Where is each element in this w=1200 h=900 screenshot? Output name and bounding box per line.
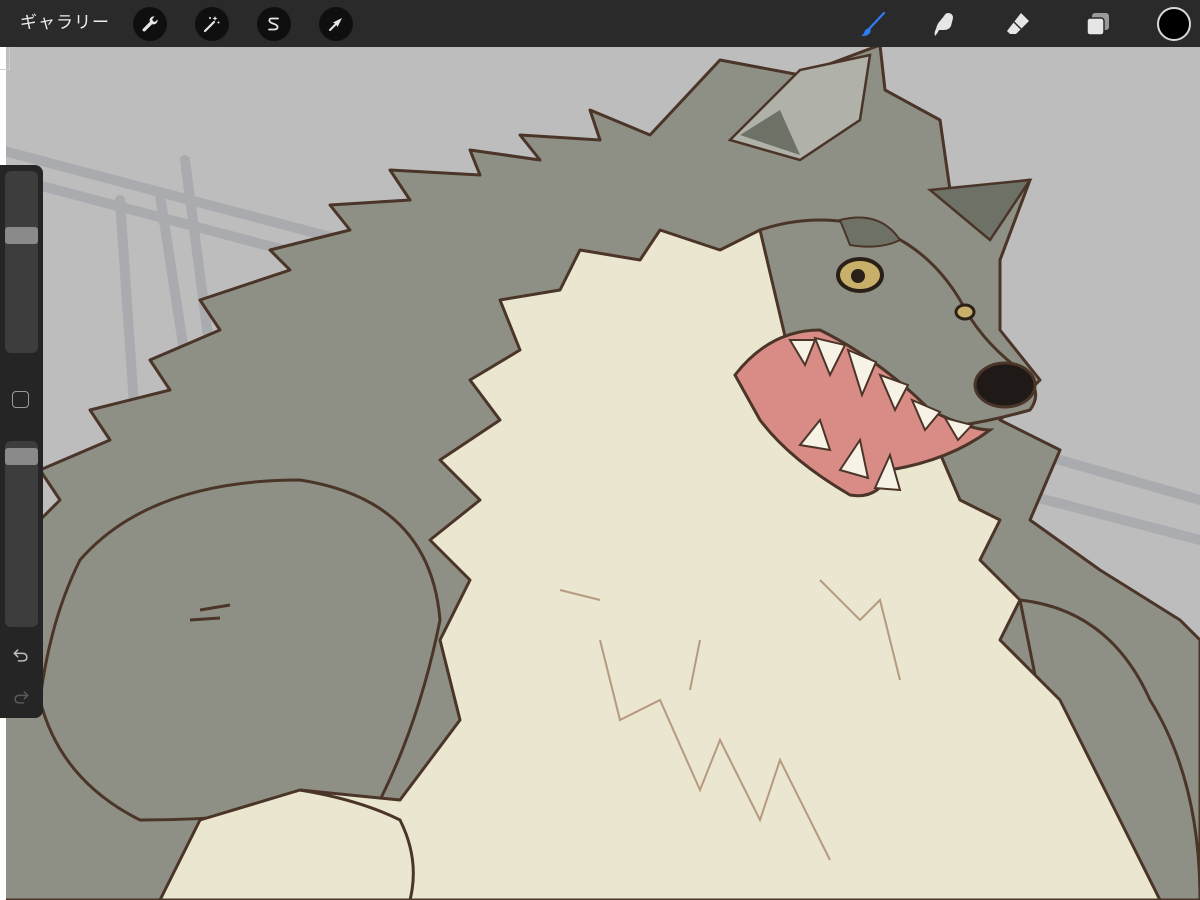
layers-tool[interactable]	[1082, 8, 1114, 40]
layers-icon	[1086, 13, 1109, 36]
opacity-thumb[interactable]	[5, 448, 38, 465]
redo-button[interactable]	[9, 685, 33, 709]
color-picker-button[interactable]	[1157, 7, 1191, 41]
brush-size-thumb[interactable]	[5, 227, 38, 244]
modify-button[interactable]	[12, 391, 29, 408]
canvas-corner-marker	[0, 47, 10, 70]
eraser-icon	[1007, 13, 1029, 34]
wrench-icon	[142, 16, 158, 32]
top-toolbar: ギャラリー	[0, 0, 1200, 47]
eraser-tool[interactable]	[1002, 8, 1034, 40]
magic-wand-icon	[203, 16, 220, 33]
arrow-cursor-icon	[329, 18, 342, 31]
werewolf-artwork	[0, 47, 1200, 900]
brush-tool[interactable]	[857, 8, 889, 40]
smudge-finger-icon	[934, 13, 953, 36]
drawing-canvas[interactable]	[0, 47, 1200, 900]
brush-size-slider[interactable]	[5, 171, 38, 353]
selection-s-icon	[268, 17, 279, 31]
redo-icon	[14, 691, 29, 704]
nose	[973, 361, 1037, 409]
undo-button[interactable]	[9, 643, 33, 667]
opacity-slider[interactable]	[5, 441, 38, 627]
adjustments-button[interactable]	[195, 7, 229, 41]
gallery-button[interactable]: ギャラリー	[20, 11, 110, 35]
sidebar	[0, 165, 43, 718]
undo-icon	[13, 649, 28, 662]
smudge-tool[interactable]	[929, 8, 961, 40]
brush-icon	[861, 11, 886, 36]
selection-button[interactable]	[257, 7, 291, 41]
transform-button[interactable]	[319, 7, 353, 41]
actions-button[interactable]	[133, 7, 167, 41]
right-eye	[954, 303, 976, 321]
